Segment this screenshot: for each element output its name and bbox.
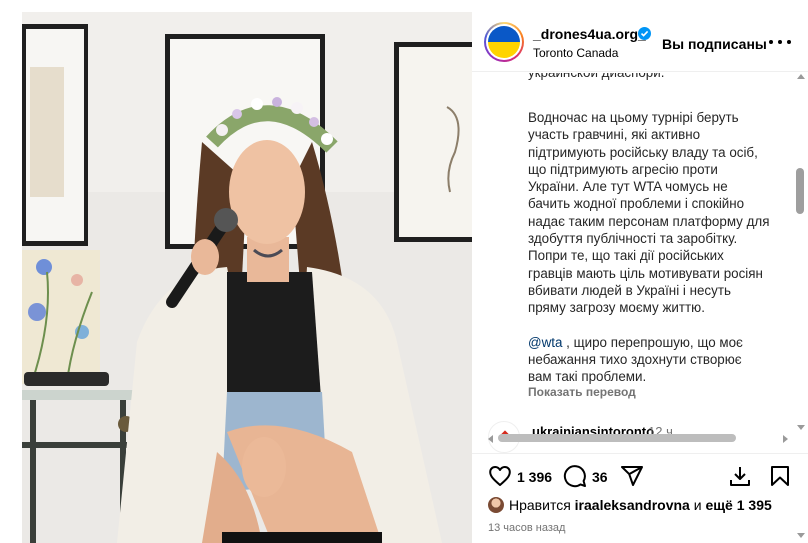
post-location[interactable]: Toronto Canada — [533, 46, 618, 60]
verified-badge-icon — [638, 27, 651, 40]
following-button[interactable]: Вы подписаны — [662, 36, 767, 52]
liker-username[interactable]: iraaleksandrovna — [575, 497, 690, 513]
likes-middle: и — [689, 497, 706, 513]
liker-avatar[interactable] — [488, 497, 504, 513]
author-avatar[interactable] — [484, 22, 524, 62]
page-scrollbar[interactable] — [794, 527, 808, 543]
page-scroll-down-icon[interactable] — [797, 533, 805, 538]
scroll-right-icon[interactable] — [783, 435, 788, 443]
horizontal-scrollbar[interactable] — [488, 433, 788, 445]
ukraine-flag-icon — [488, 26, 520, 58]
page-margin — [0, 0, 22, 543]
scroll-down-icon[interactable] — [797, 425, 805, 430]
bookmark-icon[interactable] — [768, 464, 792, 488]
post-timestamp: 13 часов назад — [488, 522, 566, 534]
more-options-icon[interactable] — [768, 32, 792, 52]
others-likes-link[interactable]: ещё 1 395 — [705, 497, 771, 513]
likes-summary: Нравится iraaleksandrovna и ещё 1 395 — [488, 497, 772, 513]
post-actions-bar: 1 396 36 Нравится iraaleksandrovna и ещё… — [472, 453, 808, 543]
like-count[interactable]: 1 396 — [517, 469, 552, 485]
heart-icon[interactable] — [488, 464, 512, 488]
send-icon[interactable] — [620, 464, 644, 488]
download-icon[interactable] — [728, 464, 752, 488]
post-photo[interactable] — [22, 12, 472, 543]
show-translation-button[interactable]: Показать перевод — [528, 385, 636, 399]
photo-illustration — [22, 12, 472, 543]
vertical-scrollbar[interactable] — [794, 72, 808, 432]
caption-paragraph-1: Водночас на цьому турнірі беруть участь … — [528, 110, 770, 316]
comment-count[interactable]: 36 — [592, 469, 608, 485]
wta-mention-link[interactable]: @wta — [528, 335, 562, 350]
post-header: _drones4ua.org_ Toronto Canada Вы подпис… — [472, 12, 808, 72]
horizontal-scroll-thumb[interactable] — [498, 434, 736, 442]
post-details-panel: _drones4ua.org_ Toronto Canada Вы подпис… — [472, 12, 808, 543]
caption-cut-line: украинской диаспори. — [528, 73, 778, 81]
scroll-up-icon[interactable] — [797, 74, 805, 79]
author-username[interactable]: _drones4ua.org_ — [533, 26, 646, 42]
likes-prefix: Нравится — [509, 497, 575, 513]
comments-section: украинской диаспори. Водночас на цьому т… — [472, 73, 808, 453]
caption-paragraph-2: @wta , щиро перепрошую, що моє небажання… — [528, 334, 778, 386]
post-caption: Водночас на цьому турнірі беруть участь … — [528, 109, 778, 402]
comment-icon[interactable] — [563, 464, 587, 488]
vertical-scroll-thumb[interactable] — [796, 168, 804, 214]
scroll-left-icon[interactable] — [488, 435, 493, 443]
